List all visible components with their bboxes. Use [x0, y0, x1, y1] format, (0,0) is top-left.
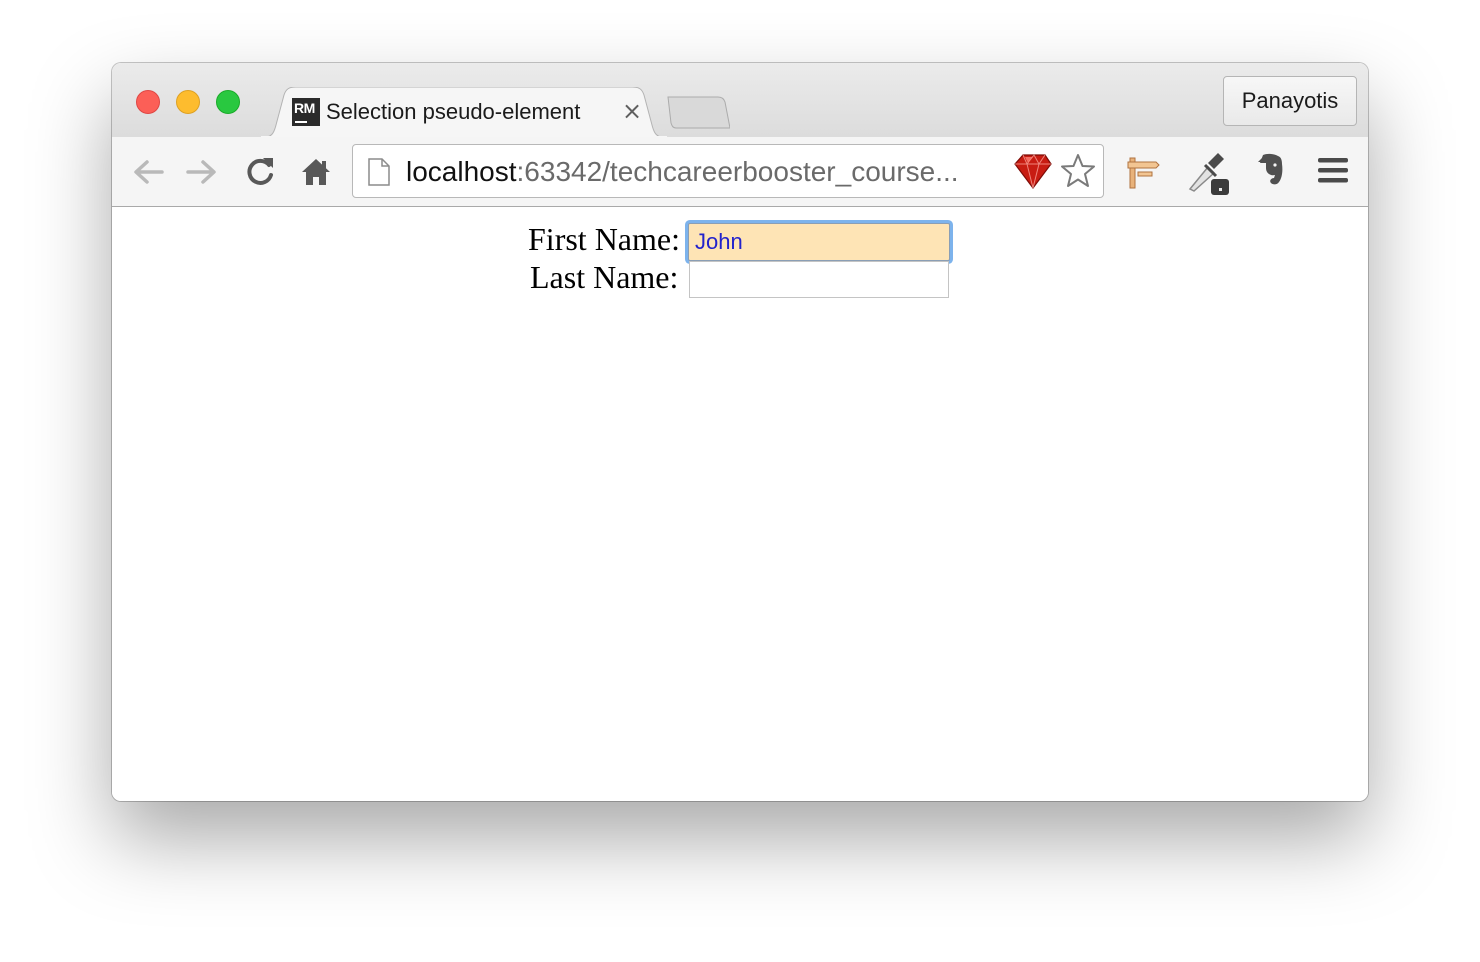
address-bar[interactable]: localhost:63342/techcareerbooster_course…: [352, 144, 1104, 198]
tab-title: Selection pseudo-element: [326, 99, 581, 124]
toolbar: localhost:63342/techcareerbooster_course…: [112, 137, 1368, 207]
hamburger-menu-icon[interactable]: [1316, 155, 1350, 187]
new-tab-button[interactable]: [664, 96, 730, 130]
url-text: localhost:63342/techcareerbooster_course…: [406, 156, 959, 188]
url-host: localhost: [406, 156, 517, 187]
window-zoom-button[interactable]: [216, 90, 240, 114]
back-arrow-icon[interactable]: [130, 154, 166, 190]
reload-icon[interactable]: [242, 154, 278, 190]
window-minimize-button[interactable]: [176, 90, 200, 114]
profile-button[interactable]: Panayotis: [1223, 76, 1357, 126]
ruby-gem-icon[interactable]: [1013, 152, 1053, 190]
tab-active[interactable]: RM Selection pseudo-element ×: [260, 87, 668, 138]
home-icon[interactable]: [299, 154, 333, 190]
forward-arrow-icon[interactable]: [184, 154, 220, 190]
rubymine-favicon-icon: RM: [292, 98, 320, 126]
first-name-field[interactable]: John: [688, 223, 950, 261]
page-content: First Name: John Last Name:: [112, 207, 1368, 801]
evernote-elephant-icon[interactable]: [1254, 151, 1288, 189]
eyedropper-icon[interactable]: [1184, 149, 1232, 197]
last-name-label: Last Name:: [530, 259, 679, 295]
browser-window: RM Selection pseudo-element × Panayotis: [112, 63, 1368, 801]
title-bar: RM Selection pseudo-element × Panayotis: [112, 63, 1368, 138]
tab-close-icon[interactable]: ×: [622, 97, 642, 125]
window-close-button[interactable]: [136, 90, 160, 114]
star-icon[interactable]: [1059, 152, 1097, 190]
page-icon: [368, 158, 390, 186]
url-path: :63342/techcareerbooster_course...: [516, 156, 959, 187]
signpost-icon[interactable]: [1122, 152, 1162, 192]
last-name-field[interactable]: [689, 261, 949, 298]
first-name-label: First Name:: [528, 221, 680, 257]
favicon-text: RM: [294, 100, 315, 116]
